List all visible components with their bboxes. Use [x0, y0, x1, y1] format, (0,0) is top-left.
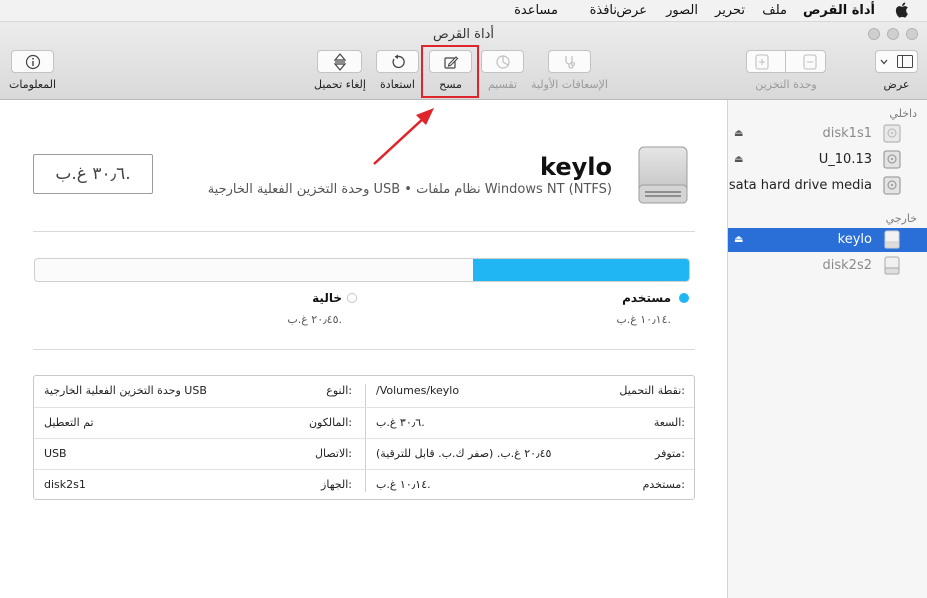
info-row: مستخدم: ١٠٫١٤ غ.ب. الجهاز: disk2s1: [34, 469, 694, 500]
info-icon: [25, 54, 40, 69]
mount-point-value: /Volumes/keylo: [376, 384, 460, 397]
sidebar-item-disk1s1[interactable]: ⏏ disk1s1: [728, 122, 927, 146]
partition-button[interactable]: [481, 50, 524, 73]
owners-value: تم التعطيل: [44, 416, 94, 429]
owners-label: المالكون:: [308, 416, 352, 429]
erase-highlight-box: [421, 45, 479, 98]
eject-icon[interactable]: ⏏: [734, 128, 743, 139]
restore-icon: [392, 54, 405, 68]
connection-value: USB: [44, 447, 67, 460]
available-value: ٢٠٫٤٥ غ.ب. (صفر ك.ب. قابل للترقية): [376, 447, 552, 460]
mount-point-label: نقطة التحميل:: [619, 384, 685, 397]
disk-size-box: ٣٠٫٦ غ.ب.: [33, 154, 153, 194]
disk-utility-window: أداة القرص المعلومات إلغاء تحميل استعادة…: [0, 22, 927, 598]
usage-bar-used: [472, 259, 689, 281]
external-disk-icon: [884, 230, 900, 249]
external-disk-icon: [884, 256, 900, 275]
used-legend-dot: [679, 293, 689, 303]
partition-label: تقسيم: [487, 78, 518, 91]
first-aid-label: الإسعافات الأولية: [531, 78, 608, 91]
internal-disk-icon: [883, 176, 901, 195]
disk-name: keylo: [540, 153, 612, 181]
disk-info-table: نقطة التحميل: /Volumes/keylo النوع: وحدة…: [33, 375, 695, 500]
menu-help[interactable]: مساعدة: [514, 3, 558, 18]
info-row: نقطة التحميل: /Volumes/keylo النوع: وحدة…: [34, 376, 694, 407]
used-legend-label: مستخدم: [622, 291, 671, 305]
device-value: disk2s1: [44, 478, 86, 491]
sidebar-item-keylo[interactable]: ⏏ keylo: [728, 228, 927, 252]
first-aid-button[interactable]: [548, 50, 591, 73]
sidebar-icon: [896, 55, 913, 68]
add-volume-icon[interactable]: [755, 53, 769, 70]
free-legend-dot: [347, 293, 357, 303]
available-label: متوفر:: [655, 447, 685, 460]
info-row: السعة: ٣٠٫٦ غ.ب. المالكون: تم التعطيل: [34, 407, 694, 438]
capacity-value: ٣٠٫٦ غ.ب.: [376, 416, 425, 429]
sidebar-item-label: disk1s1: [822, 126, 872, 141]
stethoscope-icon: [564, 55, 575, 69]
menu-edit[interactable]: تحرير: [715, 3, 745, 18]
unmount-button[interactable]: [317, 50, 362, 73]
minimize-button[interactable]: [868, 28, 880, 40]
used-value: ١٠٫١٤ غ.ب.: [376, 478, 431, 491]
close-button[interactable]: [906, 28, 918, 40]
menu-window[interactable]: نافذة: [590, 3, 617, 18]
info-label: المعلومات: [9, 78, 56, 91]
view-label: عرض: [883, 78, 910, 91]
info-button[interactable]: [11, 50, 54, 73]
menu-images[interactable]: الصور: [666, 3, 698, 18]
sidebar-item-sata-hard-drive[interactable]: sata hard drive media: [728, 174, 927, 198]
divider: [33, 349, 695, 350]
connection-label: الاتصال:: [315, 447, 352, 460]
type-value: وحدة التخزين الفعلية الخارجية USB: [44, 384, 207, 397]
menu-app-name[interactable]: أداة القرص: [803, 3, 875, 18]
annotation-arrow: [373, 108, 434, 165]
used-label: مستخدم:: [642, 478, 685, 491]
menu-file[interactable]: ملف: [762, 3, 787, 18]
device-label: الجهاز:: [321, 478, 352, 491]
restore-label: استعادة: [380, 78, 415, 91]
chevron-down-icon: [880, 59, 888, 64]
storage-label: وحدة التخزين: [755, 78, 817, 91]
zoom-button[interactable]: [887, 28, 899, 40]
usage-bar: [34, 258, 690, 282]
sidebar: داخلي ⏏ disk1s1 ⏏ U_10.13 sata hard driv…: [727, 100, 927, 598]
info-row: متوفر: ٢٠٫٤٥ غ.ب. (صفر ك.ب. قابل للترقية…: [34, 438, 694, 469]
free-legend-label: خالية: [312, 291, 342, 305]
free-legend-value: ٢٠٫٤٥ غ.ب.: [287, 313, 342, 326]
sidebar-header-external: خارجي: [885, 212, 917, 225]
window-title: أداة القرص: [433, 27, 494, 42]
internal-disk-icon: [883, 124, 901, 143]
sidebar-item-disk2s2[interactable]: disk2s2: [728, 254, 927, 278]
disk-description: وحدة التخزين الفعلية الخارجية USB • نظام…: [207, 182, 612, 197]
partition-icon: [495, 54, 510, 69]
divider: [33, 231, 695, 232]
type-label: النوع:: [326, 384, 352, 397]
sidebar-header-internal: داخلي: [889, 107, 917, 120]
main-panel: ٣٠٫٦ غ.ب. keylo وحدة التخزين الفعلية الخ…: [0, 100, 727, 598]
used-legend-value: ١٠٫١٤ غ.ب.: [616, 313, 671, 326]
internal-disk-icon: [883, 150, 901, 169]
sidebar-item-label: U_10.13: [818, 152, 872, 167]
capacity-label: السعة:: [653, 416, 685, 429]
sidebar-item-label: sata hard drive media: [728, 178, 872, 193]
unmount-label: إلغاء تحميل: [314, 78, 366, 91]
menu-view[interactable]: عرض: [616, 3, 647, 18]
eject-icon[interactable]: ⏏: [734, 154, 743, 165]
restore-button[interactable]: [376, 50, 419, 73]
apple-icon[interactable]: [895, 2, 909, 18]
view-button[interactable]: [875, 50, 918, 73]
remove-volume-icon[interactable]: [803, 53, 817, 70]
volume-buttons[interactable]: [746, 50, 826, 73]
sidebar-item-label: disk2s2: [822, 258, 872, 273]
sidebar-item-u-10-13[interactable]: ⏏ U_10.13: [728, 148, 927, 172]
external-drive-icon: [638, 146, 688, 204]
sidebar-item-label: keylo: [837, 232, 872, 247]
menu-bar: أداة القرص ملف تحرير الصور عرض نافذة مسا…: [0, 0, 927, 22]
eject-icon[interactable]: ⏏: [734, 234, 743, 245]
unmount-icon: [333, 52, 346, 71]
